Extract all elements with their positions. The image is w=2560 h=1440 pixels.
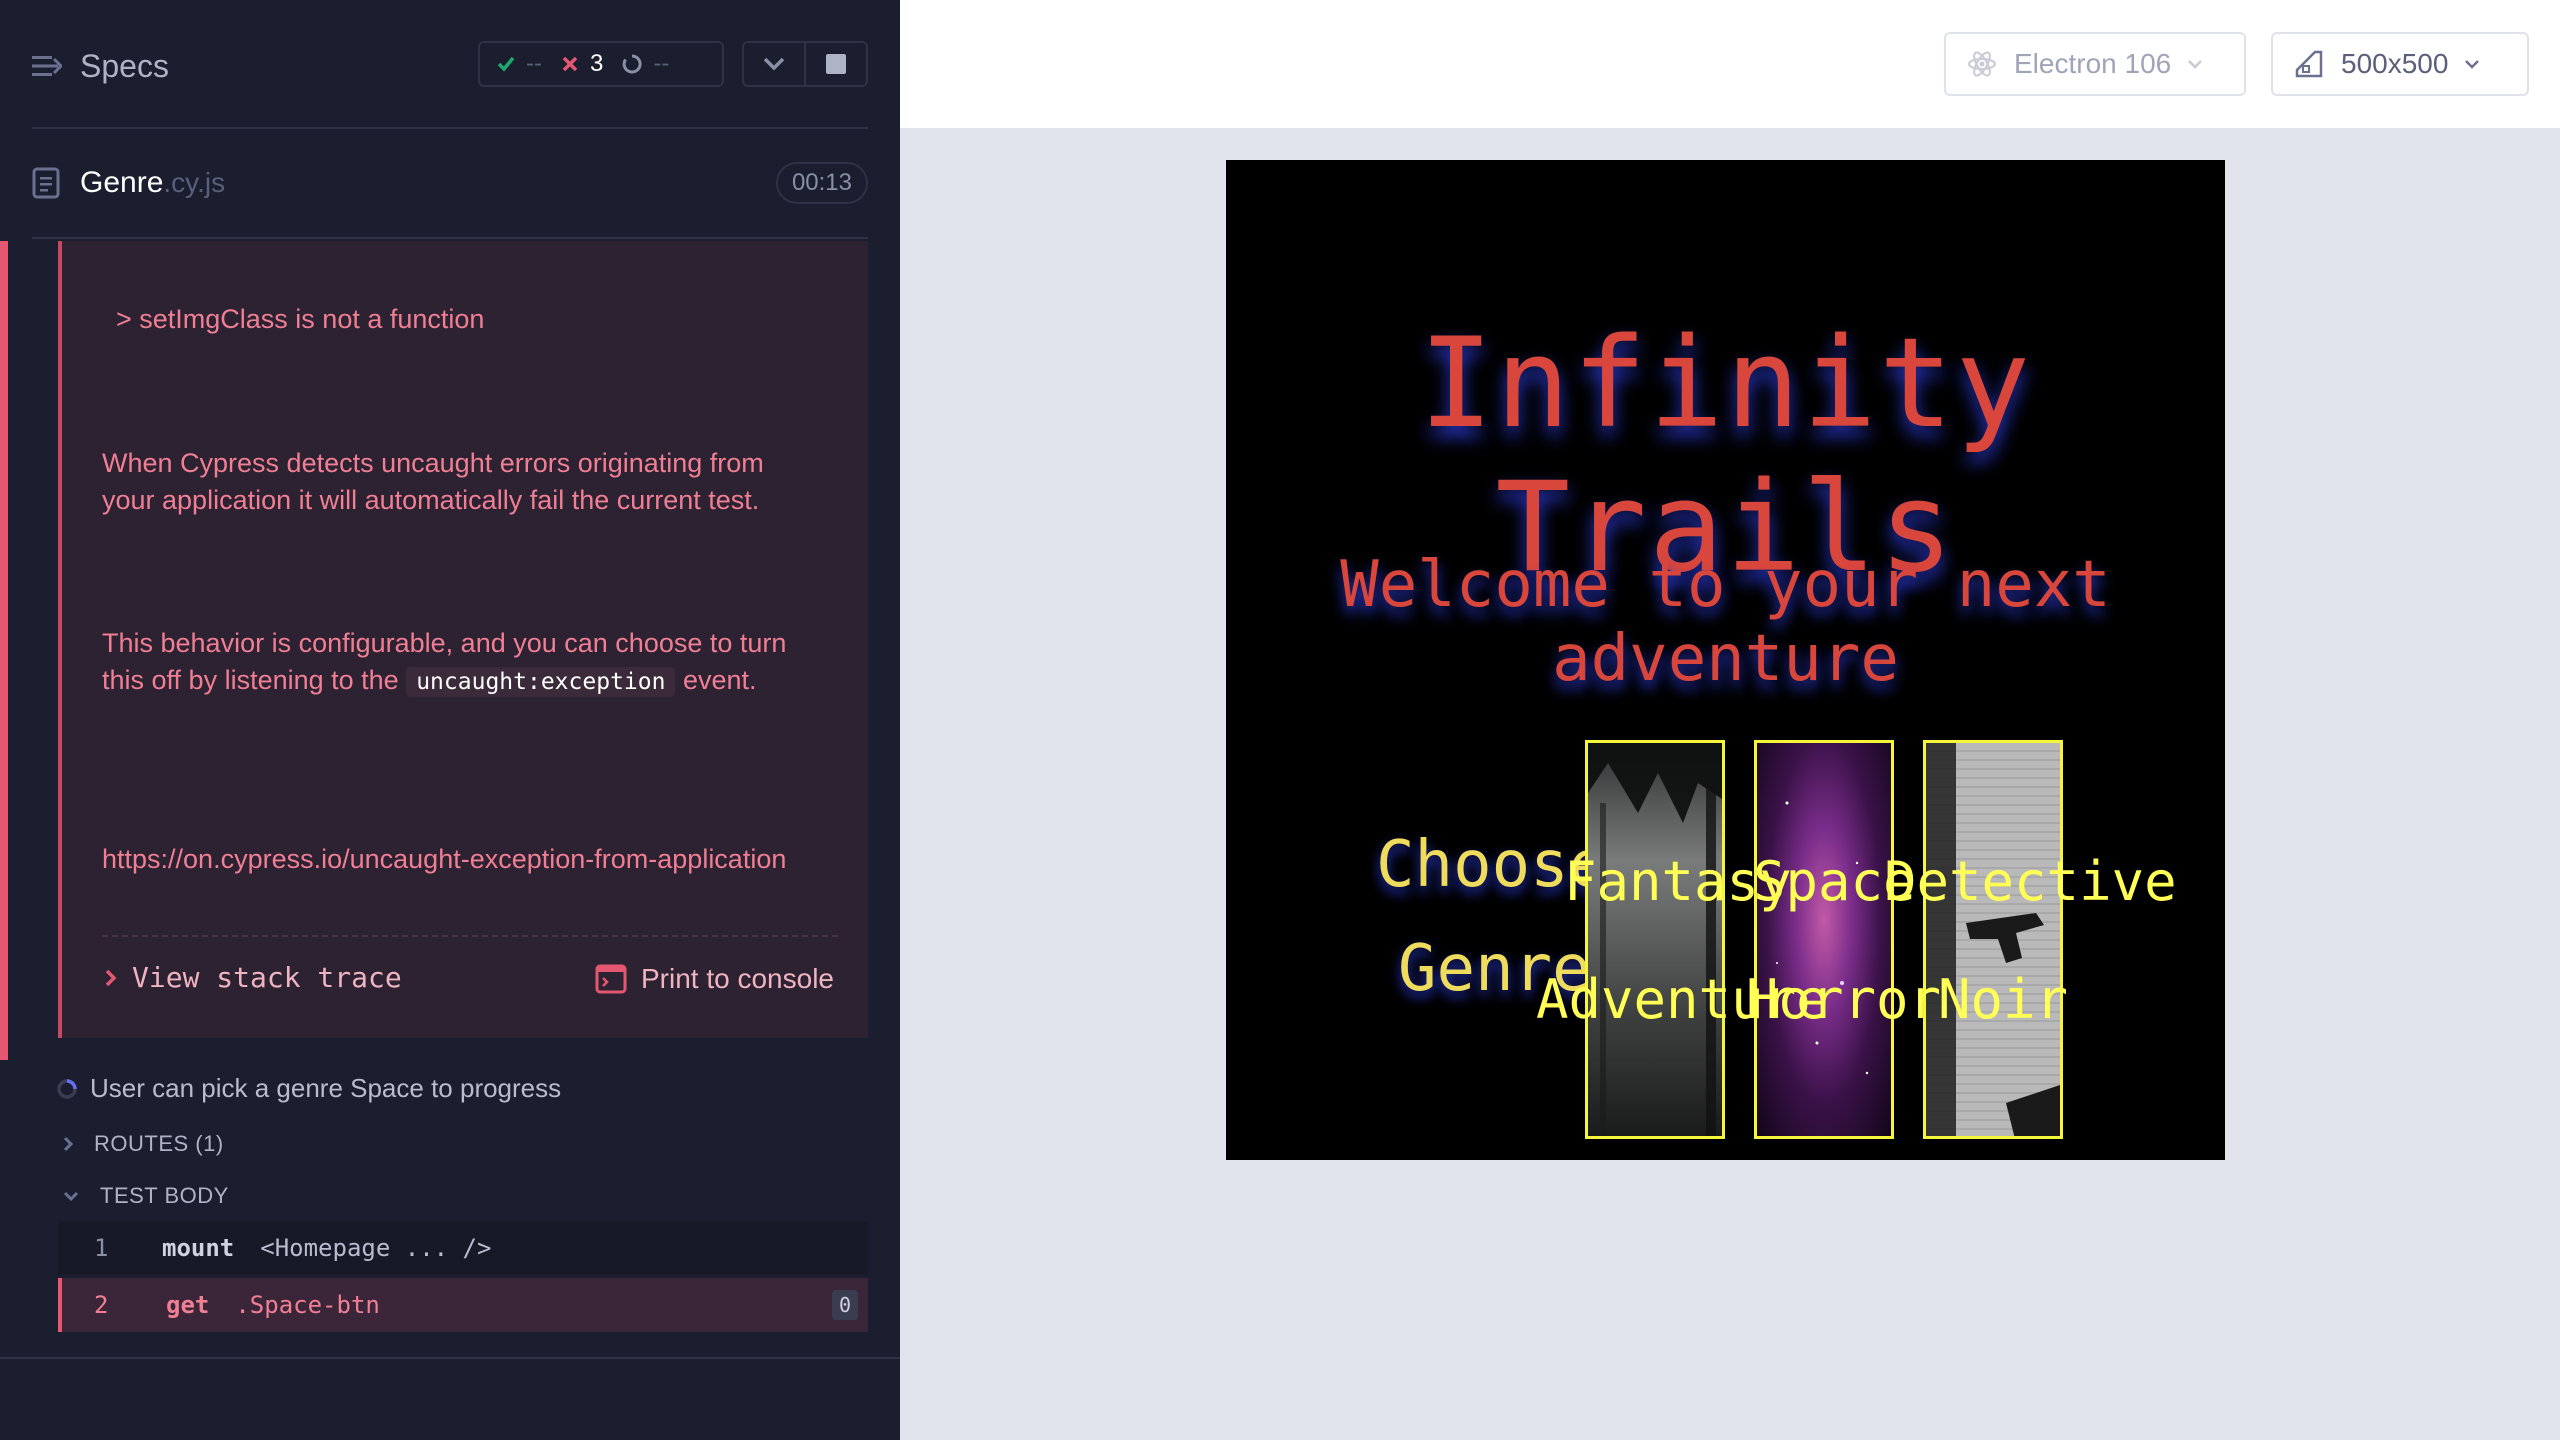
test-body-toggle[interactable]: TEST BODY: [62, 1183, 229, 1209]
element-count-badge: 0: [832, 1290, 858, 1320]
reporter-panel: Specs -- 3 -- Genre .cy.js 00:13 > setIm…: [0, 0, 900, 1440]
running-spinner-icon: [57, 1078, 77, 1099]
routes-toggle[interactable]: ROUTES (1): [62, 1131, 224, 1157]
viewport-label: 500x500: [2341, 48, 2449, 79]
error-description: When Cypress detects uncaught errors ori…: [102, 448, 764, 515]
genre-noir-label: Noir: [1938, 968, 2069, 1031]
command-message: <Homepage ... />: [260, 1234, 492, 1262]
routes-label: ROUTES (1): [94, 1131, 224, 1156]
viewport-selector[interactable]: 500x500: [2271, 32, 2529, 96]
specs-toggle-button[interactable]: Specs: [32, 46, 169, 86]
specs-label: Specs: [80, 47, 169, 84]
document-icon: [32, 167, 60, 199]
genre-horror-label: Horror: [1746, 968, 1942, 1031]
pending-circle-icon: [622, 54, 642, 74]
reporter-header: Specs -- 3 --: [0, 0, 900, 130]
terminal-icon: [595, 964, 627, 994]
print-to-console-button[interactable]: Print to console: [595, 963, 834, 995]
app-under-test-frame: Infinity Trails Welcome to your next adv…: [1226, 160, 2225, 1160]
test-stats: -- 3 --: [478, 41, 724, 87]
print-label: Print to console: [641, 963, 834, 994]
failed-stat: 3: [560, 50, 603, 78]
forest-image: [1588, 743, 1722, 1136]
chevron-right-icon: [105, 969, 117, 986]
spec-name: Genre: [80, 166, 164, 199]
pending-stat: --: [621, 50, 669, 78]
failure-indicator-bar: [0, 241, 8, 1060]
electron-icon: [1968, 51, 1996, 77]
browser-selector[interactable]: Electron 106: [1944, 32, 2246, 96]
app-subtitle: Welcome to your next adventure: [1340, 548, 2111, 696]
check-icon: [497, 56, 515, 72]
space-horror-button[interactable]: [1754, 740, 1894, 1139]
test-body-label: TEST BODY: [100, 1183, 229, 1208]
chevron-down-icon: [2188, 60, 2203, 69]
spec-file-row[interactable]: Genre .cy.js 00:13: [32, 162, 868, 204]
genre-detective-label: Detective: [1884, 850, 2177, 913]
chevron-right-icon: [63, 1136, 74, 1152]
passed-stat: --: [496, 50, 542, 78]
view-stack-trace-button[interactable]: View stack trace: [104, 961, 402, 994]
config-note-end: event.: [682, 665, 757, 695]
error-panel: > setImgClass is not a function When Cyp…: [58, 241, 868, 1038]
command-name: get: [166, 1291, 210, 1319]
stop-icon: [826, 54, 846, 74]
passed-count: --: [526, 50, 542, 77]
command-number: 2: [94, 1291, 109, 1319]
failed-count: 3: [589, 50, 604, 77]
reporter-bottom-divider: [0, 1357, 900, 1359]
spec-extension: .cy.js: [163, 167, 226, 198]
browser-label: Electron 106: [2014, 48, 2172, 79]
detective-noir-button[interactable]: [1923, 740, 2063, 1139]
command-row-failed[interactable]: 2 get .Space-btn 0: [58, 1278, 868, 1332]
error-config-note: This behavior is configurable, and you c…: [102, 625, 822, 701]
ruler-icon: [2295, 50, 2323, 78]
menu-expand-icon: [32, 56, 62, 76]
test-title: User can pick a genre Space to progress: [90, 1073, 562, 1103]
error-divider: [102, 935, 838, 937]
chevron-down-icon: [63, 1191, 79, 1202]
command-message: .Space-btn: [235, 1291, 380, 1319]
stop-button[interactable]: [804, 41, 868, 87]
pending-count: --: [653, 50, 670, 77]
fantasy-adventure-button[interactable]: [1585, 740, 1725, 1139]
x-icon: [562, 56, 578, 72]
collapse-all-button[interactable]: [742, 41, 806, 87]
nebula-image: [1776, 801, 1869, 1075]
run-duration: 00:13: [775, 162, 868, 204]
command-row[interactable]: 1 mount <Homepage ... />: [58, 1221, 868, 1275]
command-name: mount: [162, 1234, 235, 1262]
docs-link[interactable]: https://on.cypress.io/uncaught-exception…: [102, 841, 822, 878]
test-title-row[interactable]: User can pick a genre Space to progress: [56, 1073, 561, 1104]
stack-trace-label: View stack trace: [132, 961, 402, 994]
runner-top-bar: Electron 106 500x500: [900, 0, 2560, 128]
error-message: > setImgClass is not a function: [116, 304, 485, 334]
spec-divider: [32, 237, 868, 239]
chevron-down-icon: [2465, 60, 2480, 69]
command-number: 1: [94, 1234, 109, 1262]
header-divider: [32, 127, 868, 129]
gun-shadow-image: [1926, 743, 2060, 1136]
chevron-down-icon: [763, 57, 785, 71]
event-code: uncaught:exception: [406, 667, 676, 697]
